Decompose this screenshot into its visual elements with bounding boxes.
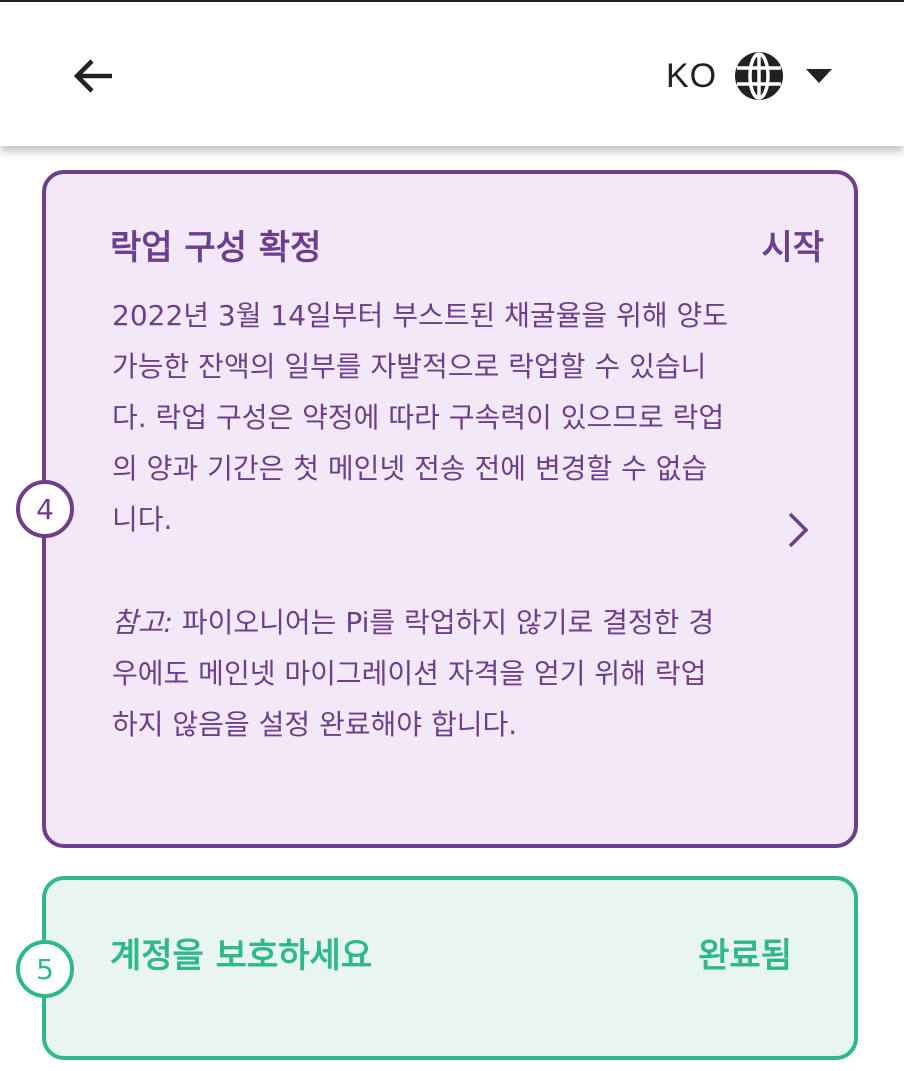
step-number-4: 4 xyxy=(16,480,74,538)
caret-down-icon xyxy=(806,69,833,83)
globe-icon xyxy=(735,52,784,100)
step-number-5: 5 xyxy=(16,940,74,998)
note-paragraph: 참고: 파이오니어는 Pi를 락업하지 않기로 결정한 경우에도 메인넷 마이그… xyxy=(112,597,732,750)
chevron-right-icon[interactable] xyxy=(784,510,812,550)
note-label: 참고: xyxy=(112,606,173,639)
step-status: 시작 xyxy=(761,228,824,268)
app-header: KO xyxy=(0,2,904,146)
step-card-secure-account[interactable]: 계정을 보호하세요 완료됨 xyxy=(42,876,858,1060)
description-text: 2022년 3월 14일부터 부스트된 채굴율을 위해 양도 가능한 잔액의 일… xyxy=(112,299,729,536)
step-status: 완료됨 xyxy=(698,936,792,976)
back-button[interactable] xyxy=(66,48,122,104)
arrow-left-icon xyxy=(73,59,112,93)
language-selector[interactable]: KO xyxy=(666,46,833,106)
step-title: 계정을 보호하세요 xyxy=(110,936,373,976)
language-code: KO xyxy=(666,56,718,95)
step-description: 2022년 3월 14일부터 부스트된 채굴율을 위해 양도 가능한 잔액의 일… xyxy=(112,290,732,750)
step-title: 락업 구성 확정 xyxy=(110,228,322,268)
note-text: 파이오니어는 Pi를 락업하지 않기로 결정한 경우에도 메인넷 마이그레이션 … xyxy=(112,606,715,741)
step-card-lockup[interactable]: 락업 구성 확정 시작 2022년 3월 14일부터 부스트된 채굴율을 위해 … xyxy=(42,170,858,848)
